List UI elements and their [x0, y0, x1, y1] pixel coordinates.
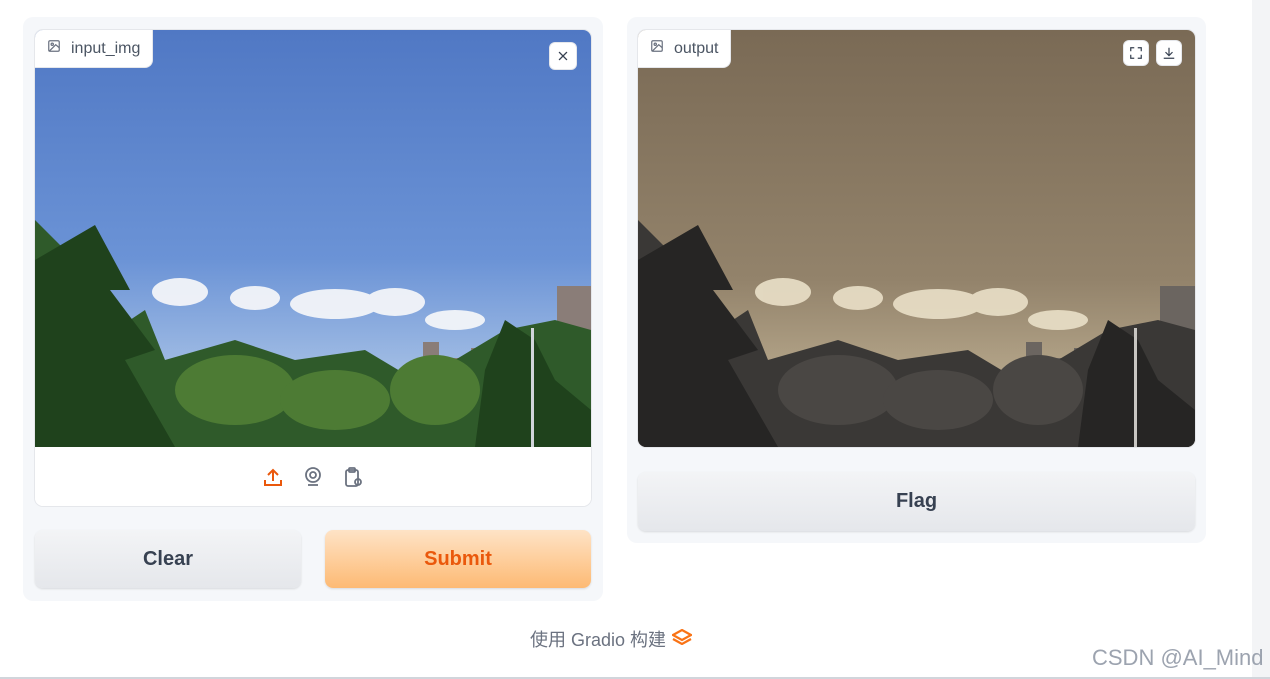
output-image-label-tag: output [638, 30, 732, 68]
webcam-icon[interactable] [302, 466, 324, 488]
input-image [35, 30, 591, 447]
fullscreen-icon[interactable] [1124, 41, 1148, 65]
upload-icon[interactable] [262, 466, 284, 488]
footer: 使用 Gradio 构建 [0, 626, 1222, 652]
output-image-label: output [674, 39, 719, 57]
submit-button[interactable]: Submit [325, 530, 591, 588]
image-icon [650, 39, 664, 58]
output-image [638, 30, 1195, 447]
input-image-component[interactable]: input_img [35, 30, 591, 506]
download-icon[interactable] [1157, 41, 1181, 65]
clipboard-icon[interactable] [342, 466, 364, 488]
footer-text[interactable]: 使用 Gradio 构建 [530, 626, 666, 652]
input-panel: input_img Clear Submit [23, 17, 603, 601]
output-image-component: output [638, 30, 1195, 447]
watermark: CSDN @AI_Mind [1092, 645, 1264, 670]
flag-button[interactable]: Flag [638, 472, 1195, 531]
scrollbar[interactable] [1252, 0, 1270, 679]
input-image-label: input_img [71, 39, 141, 57]
clear-button[interactable]: Clear [35, 530, 301, 588]
input-image-label-tag: input_img [35, 30, 154, 68]
gradio-logo-icon [670, 628, 694, 650]
image-source-selector [35, 447, 591, 506]
image-icon [47, 39, 61, 58]
close-icon[interactable] [550, 43, 576, 69]
output-panel: output Flag [627, 17, 1206, 543]
